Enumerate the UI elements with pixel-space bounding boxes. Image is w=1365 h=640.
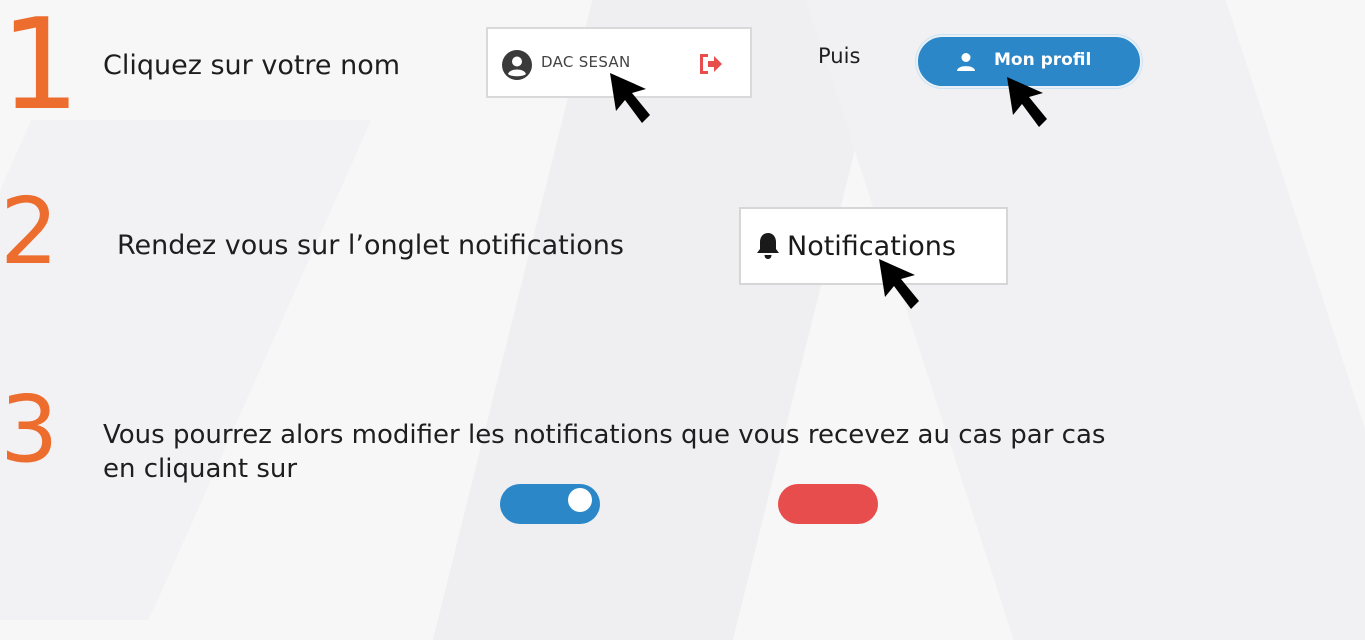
mouse-cursor-icon [1007, 77, 1047, 127]
user-icon [957, 53, 975, 71]
user-name-label: DAC SESAN [541, 53, 631, 71]
toggle-off-switch[interactable] [778, 484, 878, 524]
toggle-on-switch[interactable] [500, 484, 600, 524]
tab-notifications[interactable]: Notifications [739, 207, 1008, 285]
mouse-cursor-icon [610, 73, 650, 123]
step-1-text: Cliquez sur votre nom [103, 50, 401, 81]
sign-out-icon[interactable] [697, 52, 724, 76]
user-circle-icon [502, 50, 532, 80]
notifications-label: Notifications [787, 231, 956, 262]
step-2-text: Rendez vous sur l’onglet notifications [117, 230, 624, 261]
step-number-2: 2 [0, 178, 59, 285]
bell-icon [757, 233, 779, 259]
puis-label: Puis [818, 44, 861, 68]
step-3-text-line1: Vous pourrez alors modifier les notifica… [103, 420, 1106, 450]
step-number-1: 1 [0, 0, 80, 138]
mouse-cursor-icon [879, 259, 919, 309]
step-number-3: 3 [0, 376, 59, 483]
background-shape [786, 0, 1365, 640]
mon-profil-label: Mon profil [994, 50, 1092, 70]
step-3-text-line2: en cliquant sur [103, 454, 298, 484]
